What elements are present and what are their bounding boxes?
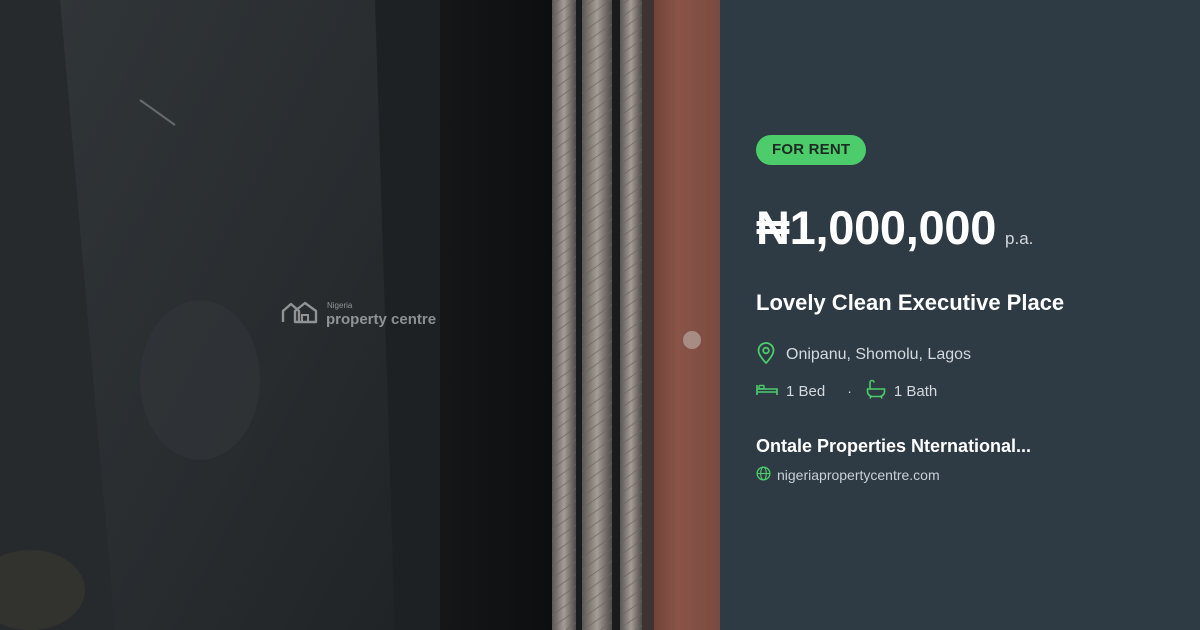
agent-name[interactable]: Ontale Properties Nternational... xyxy=(756,436,1031,457)
feature-separator: · xyxy=(847,383,852,399)
bathtub-icon xyxy=(866,379,886,403)
beds-count: 1 Bed xyxy=(786,382,826,400)
listing-info-panel: FOR RENT ₦1,000,000 p.a. Lovely Clean Ex… xyxy=(720,0,1200,630)
website-link[interactable]: nigeriapropertycentre.com xyxy=(756,466,940,484)
bed-icon xyxy=(756,382,778,400)
globe-icon xyxy=(756,466,771,484)
listing-price: ₦1,000,000 xyxy=(756,201,997,254)
property-photo: Nigeria property centre xyxy=(0,0,720,630)
watermark-big-text: property centre xyxy=(326,310,437,328)
watermark-logo: Nigeria property centre xyxy=(281,300,436,328)
watermark-small-text: Nigeria xyxy=(327,300,353,310)
price-period: p.a. xyxy=(1005,229,1034,248)
map-pin-icon xyxy=(756,342,776,368)
house-logo-icon xyxy=(281,300,319,328)
listing-card: Nigeria property centre FOR RENT ₦1,000,… xyxy=(0,0,1200,630)
listing-type-badge: FOR RENT xyxy=(756,135,867,165)
listing-title: Lovely Clean Executive Place xyxy=(756,290,1065,315)
location-text: Onipanu, Shomolu, Lagos xyxy=(786,346,972,363)
listing-location: Onipanu, Shomolu, Lagos xyxy=(756,342,971,368)
website-text[interactable]: nigeriapropertycentre.com xyxy=(777,467,940,483)
baths-count: 1 Bath xyxy=(893,382,938,400)
price-row: ₦1,000,000 p.a. xyxy=(756,200,1033,255)
listing-features: 1 Bed · 1 Bath xyxy=(756,379,937,403)
